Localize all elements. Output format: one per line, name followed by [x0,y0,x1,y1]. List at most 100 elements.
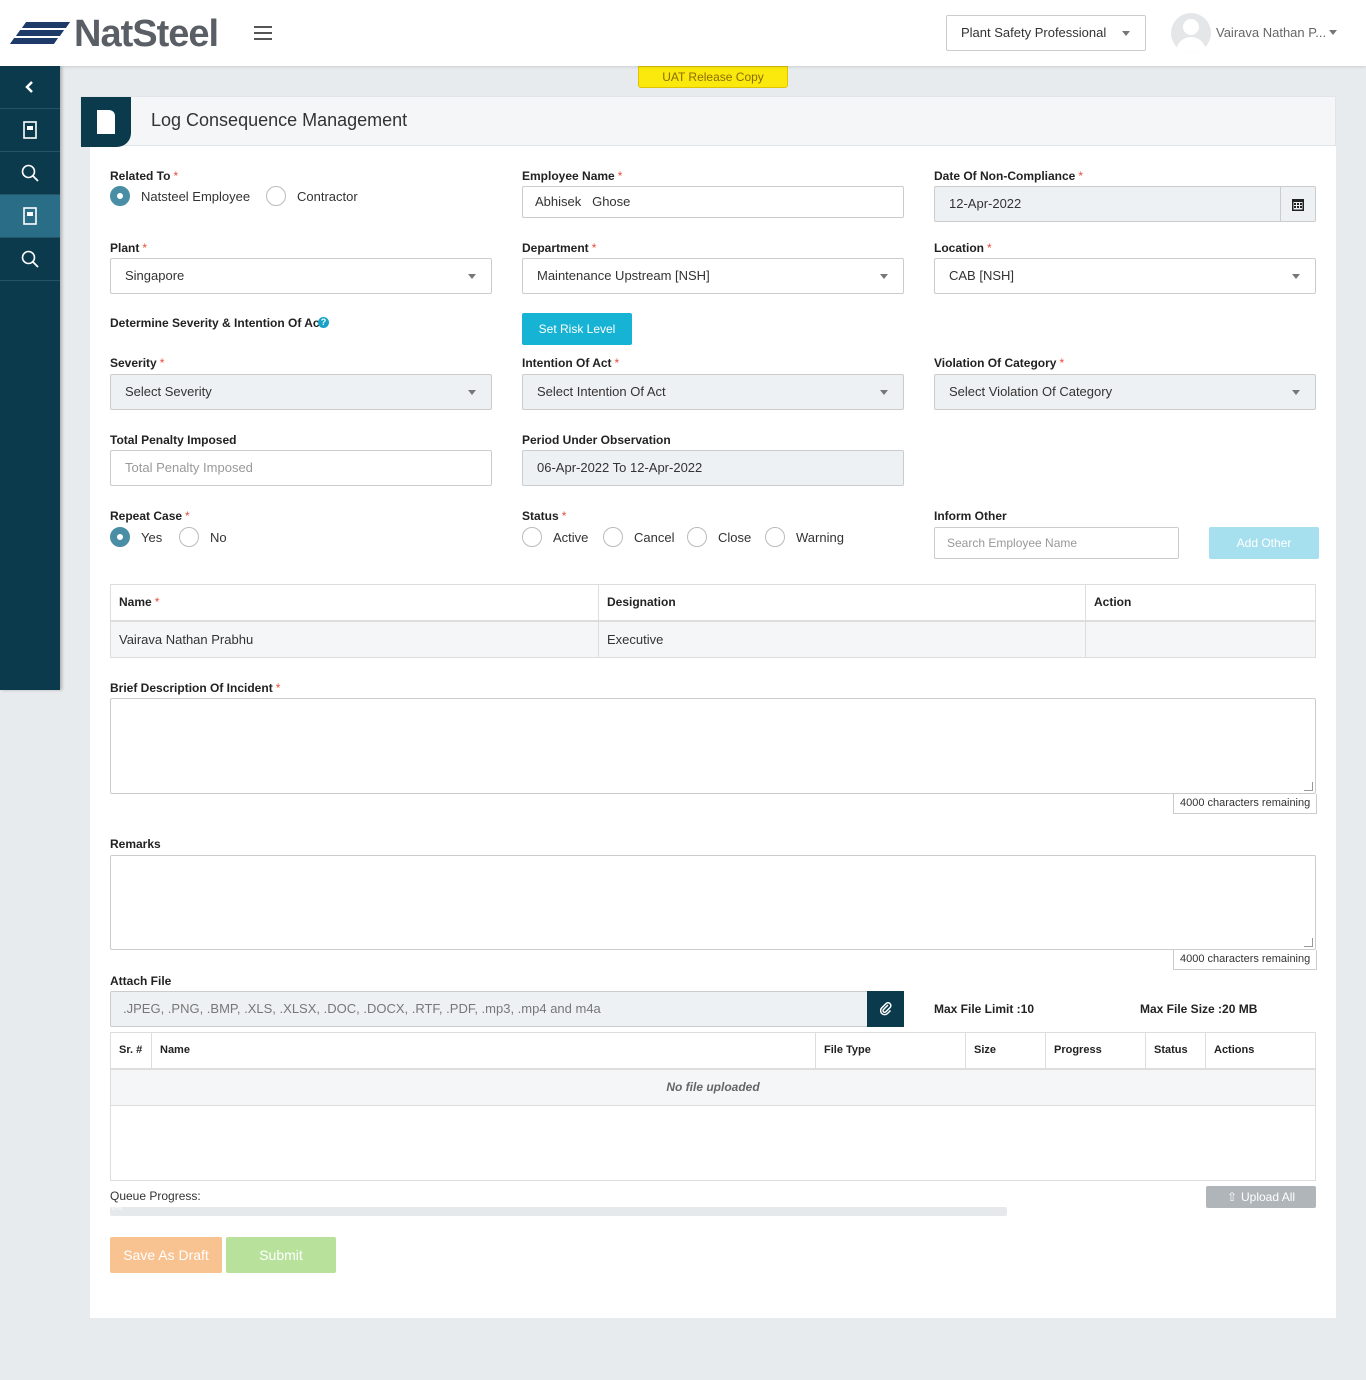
user-avatar-icon[interactable] [1171,13,1211,53]
top-bar: NatSteel Plant Safety Professional Vaira… [0,0,1366,66]
intention-label: Intention Of Act * [522,356,620,370]
queue-progress-label: Queue Progress: [110,1189,201,1203]
radio-unselected-icon [522,527,542,547]
chevron-down-icon [1292,274,1300,279]
search-icon [21,164,39,182]
severity-label: Severity * [110,356,165,370]
paperclip-icon[interactable] [867,991,904,1027]
radio-status-active[interactable]: Active [522,527,588,547]
severity-select[interactable]: Select Severity [110,374,492,410]
radio-selected-icon [110,527,130,547]
column-header-designation: Designation [598,584,1086,621]
employee-name-input[interactable]: Abhisek Ghose [522,186,904,218]
sidebar [0,66,60,690]
chevron-left-icon [25,81,33,93]
queue-progress-bar: 0% [110,1207,1007,1216]
date-non-compliance-input[interactable]: 12-Apr-2022 [934,186,1316,222]
page-title: Log Consequence Management [151,110,408,130]
user-name[interactable]: Vairava Nathan P... [1216,25,1326,40]
uat-badge: UAT Release Copy [638,66,788,88]
resize-handle-icon[interactable] [1304,782,1313,791]
column-header-status: Status [1145,1032,1206,1069]
cell-designation: Executive [598,619,1086,658]
column-header-progress: Progress [1045,1032,1146,1069]
empty-files-message: No file uploaded [110,1067,1316,1106]
chevron-down-icon [880,274,888,279]
sidebar-item-search[interactable] [0,152,60,195]
violation-label: Violation Of Category * [934,356,1065,370]
penalty-input[interactable]: Total Penalty Imposed [110,450,492,486]
description-textarea[interactable] [110,698,1316,794]
document-icon [23,121,37,139]
upload-all-button[interactable]: ⇧ Upload All [1206,1186,1316,1208]
attach-file-input[interactable]: .JPEG, .PNG, .BMP, .XLS, .XLSX, .DOC, .D… [110,991,904,1027]
column-header-file-name: Name [151,1032,816,1069]
sidebar-item-log[interactable] [0,109,60,152]
radio-unselected-icon [603,527,623,547]
radio-status-close[interactable]: Close [687,527,751,547]
radio-repeat-no[interactable]: No [179,527,227,547]
inform-table: Name * Designation Action Vairava Nathan … [110,584,1316,658]
employee-name-label: Employee Name * [522,169,623,183]
search-icon [21,250,39,268]
sidebar-item-consequence[interactable] [0,195,60,238]
table-row: Vairava Nathan Prabhu Executive [110,619,1316,658]
role-select[interactable]: Plant Safety Professional [946,15,1146,51]
user-menu-chevron-icon[interactable] [1329,30,1337,35]
max-file-size: Max File Size :20 MB [1140,1002,1258,1016]
logo-text: NatSteel [74,13,219,55]
save-as-draft-button[interactable]: Save As Draft [110,1237,222,1273]
status-label: Status * [522,509,567,523]
related-to-label: Related To * [110,169,179,183]
sidebar-collapse-button[interactable] [0,66,60,109]
plant-select[interactable]: Singapore [110,258,492,294]
description-counter: 4000 characters remaining [1173,794,1318,814]
page-document-icon [81,97,131,147]
date-non-compliance-label: Date Of Non-Compliance * [934,169,1084,183]
cell-action [1085,619,1316,658]
remarks-label: Remarks [110,837,161,851]
radio-unselected-icon [687,527,707,547]
menu-toggle-icon[interactable] [254,26,272,40]
radio-unselected-icon [179,527,199,547]
column-header-action: Action [1085,584,1316,621]
radio-unselected-icon [765,527,785,547]
intention-select[interactable]: Select Intention Of Act [522,374,904,410]
location-select[interactable]: CAB [NSH] [934,258,1316,294]
severity-section-label: Determine Severity & Intention Of Act [110,316,324,330]
column-header-size: Size [965,1032,1046,1069]
add-other-button[interactable]: Add Other [1209,527,1319,559]
calendar-icon[interactable] [1280,187,1315,221]
resize-handle-icon[interactable] [1304,938,1313,947]
help-icon[interactable]: ? [318,317,329,328]
inform-other-label: Inform Other [934,509,1007,523]
chevron-down-icon [880,390,888,395]
remarks-counter: 4000 characters remaining [1173,950,1318,970]
sidebar-item-search-2[interactable] [0,238,60,281]
inform-other-search-input[interactable]: Search Employee Name [934,527,1179,559]
violation-select[interactable]: Select Violation Of Category [934,374,1316,410]
column-header-name: Name * [110,584,599,621]
remarks-textarea[interactable] [110,855,1316,950]
plant-label: Plant * [110,241,148,255]
penalty-label: Total Penalty Imposed [110,433,237,447]
radio-contractor[interactable]: Contractor [266,186,358,206]
description-label: Brief Description Of Incident * [110,681,281,695]
radio-selected-icon [110,186,130,206]
natsteel-logo[interactable]: NatSteel [9,13,219,55]
chevron-down-icon [1122,31,1130,36]
radio-natsteel-employee[interactable]: Natsteel Employee [110,186,250,206]
submit-button[interactable]: Submit [226,1237,336,1273]
chevron-down-icon [1292,390,1300,395]
period-label: Period Under Observation [522,433,671,447]
upload-icon: ⇧ [1226,1190,1237,1204]
set-risk-level-button[interactable]: Set Risk Level [522,313,632,345]
radio-unselected-icon [266,186,286,206]
radio-status-cancel[interactable]: Cancel [603,527,674,547]
role-select-value: Plant Safety Professional [961,25,1107,40]
column-header-file-type: File Type [815,1032,966,1069]
radio-repeat-yes[interactable]: Yes [110,527,162,547]
department-select[interactable]: Maintenance Upstream [NSH] [522,258,904,294]
radio-status-warning[interactable]: Warning [765,527,844,547]
document-icon [23,207,37,225]
